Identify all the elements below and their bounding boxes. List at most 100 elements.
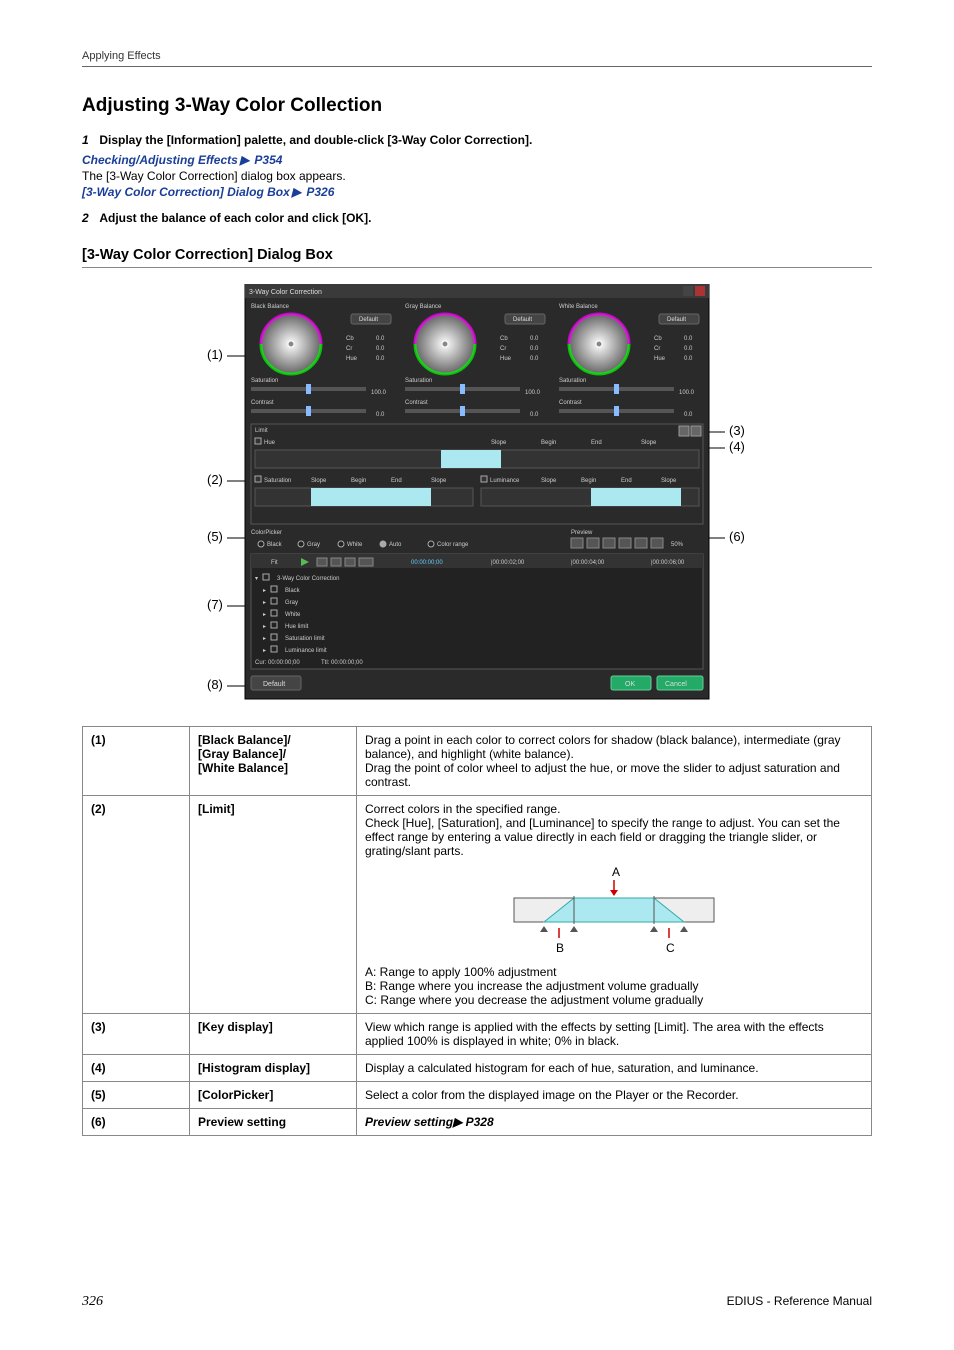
link-label: Preview setting [365, 1115, 453, 1129]
arrow-icon: ▶ [240, 153, 249, 167]
row-name: [Black Balance]/ [Gray Balance]/ [White … [190, 727, 357, 796]
saturation-label: Saturation [264, 478, 291, 484]
saturation-label: Saturation [251, 378, 278, 384]
preview-title: Preview [571, 530, 593, 536]
saturation-checkbox[interactable] [255, 476, 261, 482]
field-label: End [391, 478, 402, 484]
ok-label: OK [625, 681, 635, 688]
callout-3: (3) [729, 423, 745, 438]
close-icon[interactable] [695, 286, 705, 296]
preview-button-1[interactable] [571, 538, 583, 548]
arrow-icon: ▶ [292, 185, 301, 199]
histogram-display-icon[interactable] [691, 426, 701, 436]
saturation-label: Saturation [405, 378, 432, 384]
subheading: [3-Way Color Correction] Dialog Box [82, 247, 872, 268]
hue-val: 0.0 [530, 356, 539, 362]
link-label: Checking/Adjusting Effects [82, 153, 238, 167]
table-row: (3) [Key display] View which range is ap… [83, 1014, 872, 1055]
table-row: (5) [ColorPicker] Select a color from th… [83, 1082, 872, 1109]
limit-title: Limit [255, 428, 268, 434]
page-number: 326 [82, 1294, 103, 1310]
hue-label: Hue [654, 356, 666, 362]
cr-label: Cr [346, 346, 352, 352]
preview-button-4[interactable] [619, 538, 631, 548]
preview-button-5[interactable] [635, 538, 647, 548]
row-desc: Drag a point in each color to correct co… [357, 727, 872, 796]
black-balance-label: Black Balance [251, 304, 290, 310]
field-label: Slope [311, 478, 327, 484]
radio-color-range[interactable] [428, 541, 434, 547]
add-key-icon[interactable] [359, 558, 373, 566]
cb-val: 0.0 [376, 336, 385, 342]
minimize-icon[interactable] [683, 286, 693, 296]
row-name: Preview setting [190, 1109, 357, 1136]
time-mark: |00:00:04;00 [571, 560, 605, 566]
step-number: 2 [82, 211, 96, 225]
next-key-icon[interactable] [345, 558, 355, 566]
row-desc: Display a calculated histogram for each … [357, 1055, 872, 1082]
hue-label: Hue [346, 356, 358, 362]
step-number: 1 [82, 133, 96, 147]
field-label: Begin [541, 440, 556, 446]
field-label: End [591, 440, 602, 446]
limit-legend-c: C: Range where you decrease the adjustme… [365, 993, 863, 1007]
time-mark: |00:00:06;00 [651, 560, 685, 566]
svg-text:▸: ▸ [263, 588, 266, 594]
svg-text:▸: ▸ [263, 612, 266, 618]
table-row: (1) [Black Balance]/ [Gray Balance]/ [Wh… [83, 727, 872, 796]
link-preview-setting[interactable]: Preview setting▶ P328 [365, 1115, 494, 1129]
row-name: [Histogram display] [190, 1055, 357, 1082]
row-id: (4) [83, 1055, 190, 1082]
cr-label: Cr [654, 346, 660, 352]
svg-text:▸: ▸ [263, 600, 266, 606]
row-desc: Preview setting▶ P328 [357, 1109, 872, 1136]
luminance-checkbox[interactable] [481, 476, 487, 482]
radio-white[interactable] [338, 541, 344, 547]
row-id: (3) [83, 1014, 190, 1055]
radio-black[interactable] [258, 541, 264, 547]
field-label: Slope [491, 440, 507, 446]
hue-checkbox[interactable] [255, 438, 261, 444]
default-label: Default [667, 317, 686, 323]
loop-icon[interactable] [317, 558, 327, 566]
contrast-val: 0.0 [376, 412, 385, 418]
callout-5: (5) [207, 529, 223, 544]
hue-label: Hue [500, 356, 512, 362]
step-text: Adjust the balance of each color and cli… [99, 211, 371, 225]
row-desc-text: Correct colors in the specified range. C… [365, 802, 863, 858]
link-dialog-box[interactable]: [3-Way Color Correction] Dialog Box▶ P32… [82, 185, 872, 199]
contrast-val: 0.0 [530, 412, 539, 418]
radio-gray[interactable] [298, 541, 304, 547]
default-label: Default [263, 681, 285, 688]
svg-text:Luminance limit: Luminance limit [285, 648, 327, 654]
limit-legend-a: A: Range to apply 100% adjustment [365, 965, 863, 979]
default-label: Default [359, 317, 378, 323]
preview-button-6[interactable] [651, 538, 663, 548]
radio-auto[interactable] [380, 541, 386, 547]
contrast-label: Contrast [405, 400, 428, 406]
prev-key-icon[interactable] [331, 558, 341, 566]
key-display-icon[interactable] [679, 426, 689, 436]
cb-label: Cb [500, 336, 508, 342]
time-mark: 00:00:00;00 [411, 560, 443, 566]
preview-button-2[interactable] [587, 538, 599, 548]
preview-percent: 50% [671, 542, 684, 548]
doc-title-footer: EDIUS - Reference Manual [727, 1294, 872, 1310]
cr-label: Cr [500, 346, 506, 352]
link-page: P326 [306, 185, 334, 199]
radio-label: White [347, 542, 363, 548]
row-desc: Select a color from the displayed image … [357, 1082, 872, 1109]
callout-8: (8) [207, 677, 223, 692]
link-page: P328 [466, 1115, 494, 1129]
preview-button-3[interactable] [603, 538, 615, 548]
radio-label: Gray [307, 542, 320, 548]
label-a: A [612, 866, 620, 879]
ttl-time: Ttl: 00:00:00;00 [321, 660, 363, 666]
callout-4: (4) [729, 439, 745, 454]
link-page: P354 [254, 153, 282, 167]
callout-6: (6) [729, 529, 745, 544]
field-label: Slope [541, 478, 557, 484]
link-checking-effects[interactable]: Checking/Adjusting Effects▶ P354 [82, 153, 872, 167]
field-label: Slope [431, 478, 447, 484]
fit-label[interactable]: Fit [271, 560, 278, 566]
